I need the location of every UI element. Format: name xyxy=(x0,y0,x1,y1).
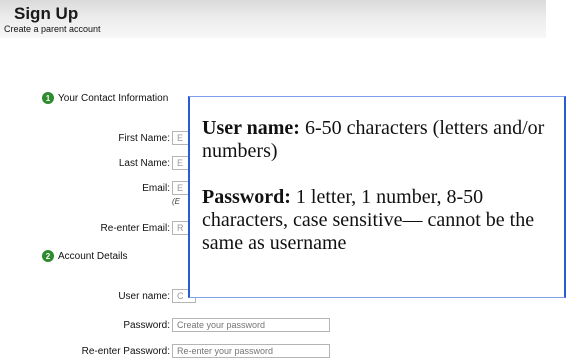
page-subtitle: Create a parent account xyxy=(4,24,101,34)
reenter-password-label: Re-enter Password: xyxy=(81,346,170,357)
section-account-title: Account Details xyxy=(58,250,128,262)
page-title: Sign Up xyxy=(14,4,79,23)
first-name-label: First Name: xyxy=(118,133,170,144)
step-1-badge: 1 xyxy=(42,92,54,104)
password-input[interactable] xyxy=(172,318,330,332)
page-header: Sign Up Create a parent account xyxy=(0,0,546,38)
password-requirement: Password: 1 letter, 1 number, 8-50 chara… xyxy=(202,186,556,255)
username-requirement-title: User name: xyxy=(202,117,300,139)
email-hint: (E xyxy=(172,197,180,206)
section-contact-title: Your Contact Information xyxy=(58,92,169,104)
email-label: Email: xyxy=(142,183,170,194)
step-2-badge: 2 xyxy=(42,250,54,262)
requirements-callout: User name: 6-50 characters (letters and/… xyxy=(188,96,566,298)
password-label: Password: xyxy=(123,320,170,331)
section-contact-header: 1 Your Contact Information xyxy=(42,92,168,104)
password-requirement-title: Password: xyxy=(202,186,291,208)
section-account-header: 2 Account Details xyxy=(42,250,127,262)
username-label: User name: xyxy=(118,291,170,302)
reenter-email-label: Re-enter Email: xyxy=(100,223,170,234)
username-requirement: User name: 6-50 characters (letters and/… xyxy=(202,117,556,163)
last-name-label: Last Name: xyxy=(118,158,170,169)
